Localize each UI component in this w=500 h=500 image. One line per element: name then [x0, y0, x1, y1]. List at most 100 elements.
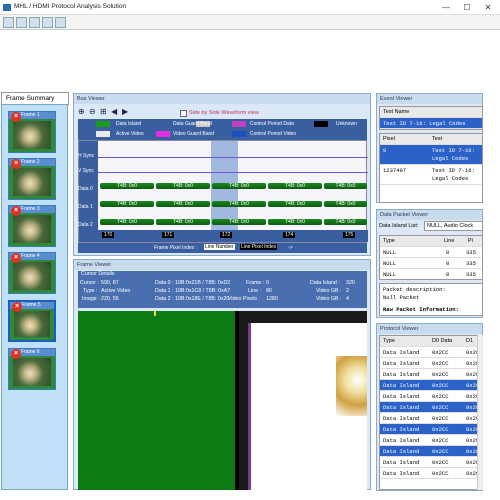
vsync-line: [98, 172, 368, 173]
close-button[interactable]: ✕: [480, 2, 496, 13]
waveform-legend: Data Island Data Guard Band Control Peri…: [78, 119, 367, 140]
protocol-row[interactable]: Data Island 0x2CC 0x29: [380, 468, 482, 479]
line-cell: 0: [446, 260, 450, 267]
column-header: Test: [432, 136, 443, 142]
type-cell: NULL: [383, 260, 397, 267]
column-header: Pi: [468, 238, 473, 244]
event-table: Pixel Test 0 Test ID 7-16: Legal Codes 123…: [379, 133, 483, 203]
d0-cell: 0x2CC: [432, 448, 449, 455]
packet-viewer-title: Data Packet Viewer: [377, 210, 482, 220]
type-cell: Data Island: [383, 415, 420, 422]
column-header: Pixel: [383, 136, 395, 142]
packet-description-value: Null Packet: [383, 294, 420, 301]
data0-bar: T4B: 0x0: [156, 183, 210, 189]
next-icon[interactable]: ▶: [122, 107, 128, 116]
packet-row[interactable]: NULL 0 335: [380, 247, 482, 258]
zoom-out-icon[interactable]: ⊖: [89, 107, 96, 116]
frame-image: [13, 358, 51, 386]
maximize-button[interactable]: ☐: [459, 2, 475, 13]
frame-thumbnail[interactable]: Frame 3 ×: [8, 205, 56, 247]
frame-thumbnail[interactable]: Frame 4 ×: [8, 252, 56, 294]
raw-packet-label: Raw Packet Information:: [383, 306, 459, 313]
prev-icon[interactable]: ◀: [111, 107, 117, 116]
image-key: Image :: [82, 296, 100, 302]
table-header: Type D0 Data D1: [380, 336, 482, 347]
flower-image: [336, 356, 367, 416]
waveform-area[interactable]: H Sync V Sync Data 0 Data 1 Data 2 T4B: …: [78, 140, 368, 243]
cursor-details-title: Cursor Details: [81, 271, 115, 277]
side-by-side-checkbox[interactable]: [180, 110, 187, 117]
legend-swatch: [96, 121, 110, 127]
column-header: Type: [383, 238, 395, 244]
event-row[interactable]: 0 Test ID 7-16: Legal Codes: [380, 145, 482, 165]
arrow-text: ->: [288, 245, 293, 251]
frame-thumbnail[interactable]: Frame 2 ×: [8, 158, 56, 200]
minimize-button[interactable]: —: [438, 2, 454, 13]
packet-description-label: Packet description:: [383, 286, 446, 293]
close-icon[interactable]: ×: [11, 112, 21, 122]
test-row[interactable]: Test ID 7-16: Legal Codes: [380, 118, 482, 129]
type-cell: Data Island: [383, 459, 420, 466]
frame-viewer-title: Frame Viewer: [74, 260, 370, 270]
packet-row[interactable]: NULL 0 335: [380, 258, 482, 269]
data2-bar: T4B: 0x0: [268, 219, 322, 225]
type-cell: Data Island: [383, 426, 420, 433]
close-icon[interactable]: ×: [11, 253, 21, 263]
side-by-side-label: Side by Side Waveform view: [189, 110, 259, 116]
d0-cell: 0x2CC: [432, 437, 449, 444]
line-pixel-index-label: Line Pixel Index: [240, 244, 278, 250]
pixel-cell: 335: [466, 271, 476, 278]
protocol-row[interactable]: Data Island 0x2CC 0x29: [380, 391, 482, 402]
protocol-scrollbar[interactable]: [477, 335, 483, 490]
settings-icon[interactable]: [42, 17, 53, 28]
zoom-in-icon[interactable]: ⊕: [78, 107, 85, 116]
fit-icon[interactable]: ⊞: [100, 107, 107, 116]
line-cell: 0: [446, 249, 450, 256]
protocol-row[interactable]: Data Island 0x2CC 0x29: [380, 413, 482, 424]
close-icon[interactable]: ×: [11, 349, 21, 359]
legend-label: Control Period Data: [250, 121, 294, 127]
close-icon[interactable]: ×: [12, 302, 22, 312]
packet-row[interactable]: NULL 0 335: [380, 269, 482, 279]
d0-cell: 0x2CC: [432, 349, 449, 356]
protocol-row[interactable]: Data Island 0x2CC 0x29: [380, 446, 482, 457]
protocol-row[interactable]: Data Island 0x2CC 0x29: [380, 457, 482, 468]
protocol-row[interactable]: Data Island 0x2CC 0x29: [380, 380, 482, 391]
window-title: MHL / HDMI Protocol Analysis Solution: [14, 3, 127, 10]
data2-bar: T4B: 0x0: [100, 219, 154, 225]
type-cell: Data Island: [383, 371, 420, 378]
frame-thumbnail-selected[interactable]: Frame 5 ×: [8, 300, 56, 342]
pixel-index: 172: [220, 232, 233, 238]
video-gb-key: Video GB :: [316, 296, 342, 302]
frame-thumbnail[interactable]: Frame 1 ×: [8, 111, 56, 153]
event-row[interactable]: 1237497 Test ID 7-16: Legal Codes: [380, 165, 482, 185]
protocol-row[interactable]: Data Island 0x2CC 0x29: [380, 369, 482, 380]
protocol-row[interactable]: Data Island 0x2CC 0x29: [380, 358, 482, 369]
type-cell: Data Island: [383, 349, 420, 356]
cursor-key: Cursor :: [80, 280, 99, 286]
data0-key: Data 0 :: [155, 280, 174, 286]
data0-bar: T4B: 0x0: [268, 183, 322, 189]
frame-thumbnail[interactable]: Frame 6 ×: [8, 348, 56, 390]
d0-cell: 0x2CC: [432, 459, 449, 466]
pixel-index-bar: 170 171 172 174 175: [98, 230, 368, 242]
open-icon[interactable]: [3, 17, 14, 28]
legend-swatch: [156, 131, 170, 137]
data-island-select[interactable]: NULL, Audio Clock: [424, 221, 483, 231]
close-icon[interactable]: ×: [11, 206, 21, 216]
save-icon[interactable]: [16, 17, 27, 28]
close-icon[interactable]: ×: [11, 159, 21, 169]
protocol-row[interactable]: Data Island 0x2CC 0x29: [380, 402, 482, 413]
frame-canvas[interactable]: [78, 311, 367, 490]
protocol-row[interactable]: Data Island 0x2CC 0x29: [380, 435, 482, 446]
protocol-row[interactable]: Data Island 0x2CC 0x29: [380, 347, 482, 358]
data1-bar: T4B: 0x0: [324, 201, 367, 207]
report-icon[interactable]: [55, 17, 66, 28]
protocol-viewer-title: Protocol Viewer: [377, 324, 482, 334]
legend-label: Unknown: [336, 121, 357, 127]
capture-icon[interactable]: [29, 17, 40, 28]
table-header: Type Line Pi: [380, 236, 482, 247]
data2-bar: T4B: 0x0: [324, 219, 367, 225]
protocol-row[interactable]: Data Island 0x2CC 0x29: [380, 424, 482, 435]
event-viewer-title: Event Viewer: [377, 94, 482, 104]
